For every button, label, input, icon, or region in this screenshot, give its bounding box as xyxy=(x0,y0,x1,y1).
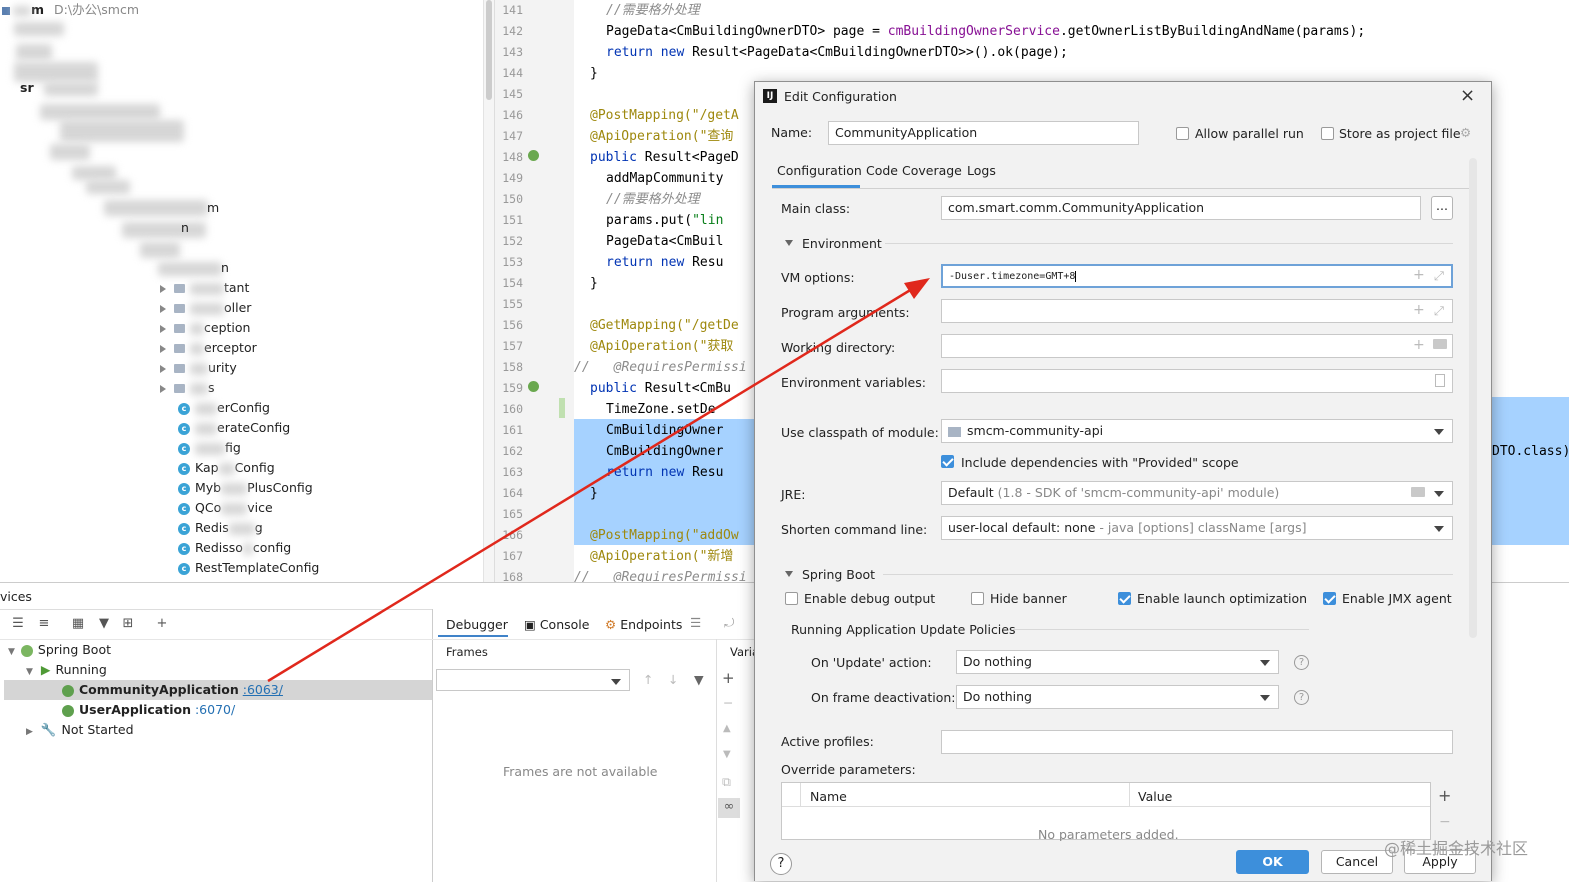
annotation-arrow xyxy=(267,278,930,683)
watermark: @稀土掘金技术社区 xyxy=(1384,839,1529,858)
arrow-head xyxy=(904,278,930,299)
arrow-line xyxy=(267,287,913,683)
